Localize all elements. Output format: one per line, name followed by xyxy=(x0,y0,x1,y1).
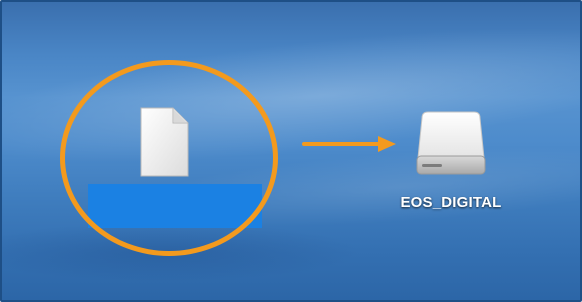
external-drive-icon[interactable] xyxy=(414,108,488,180)
drive-label[interactable]: EOS_DIGITAL xyxy=(378,194,524,211)
highlight-circle xyxy=(60,60,278,256)
arrow-right-icon xyxy=(302,136,396,152)
desktop-screenshot: EOS_DIGITAL xyxy=(0,0,582,302)
